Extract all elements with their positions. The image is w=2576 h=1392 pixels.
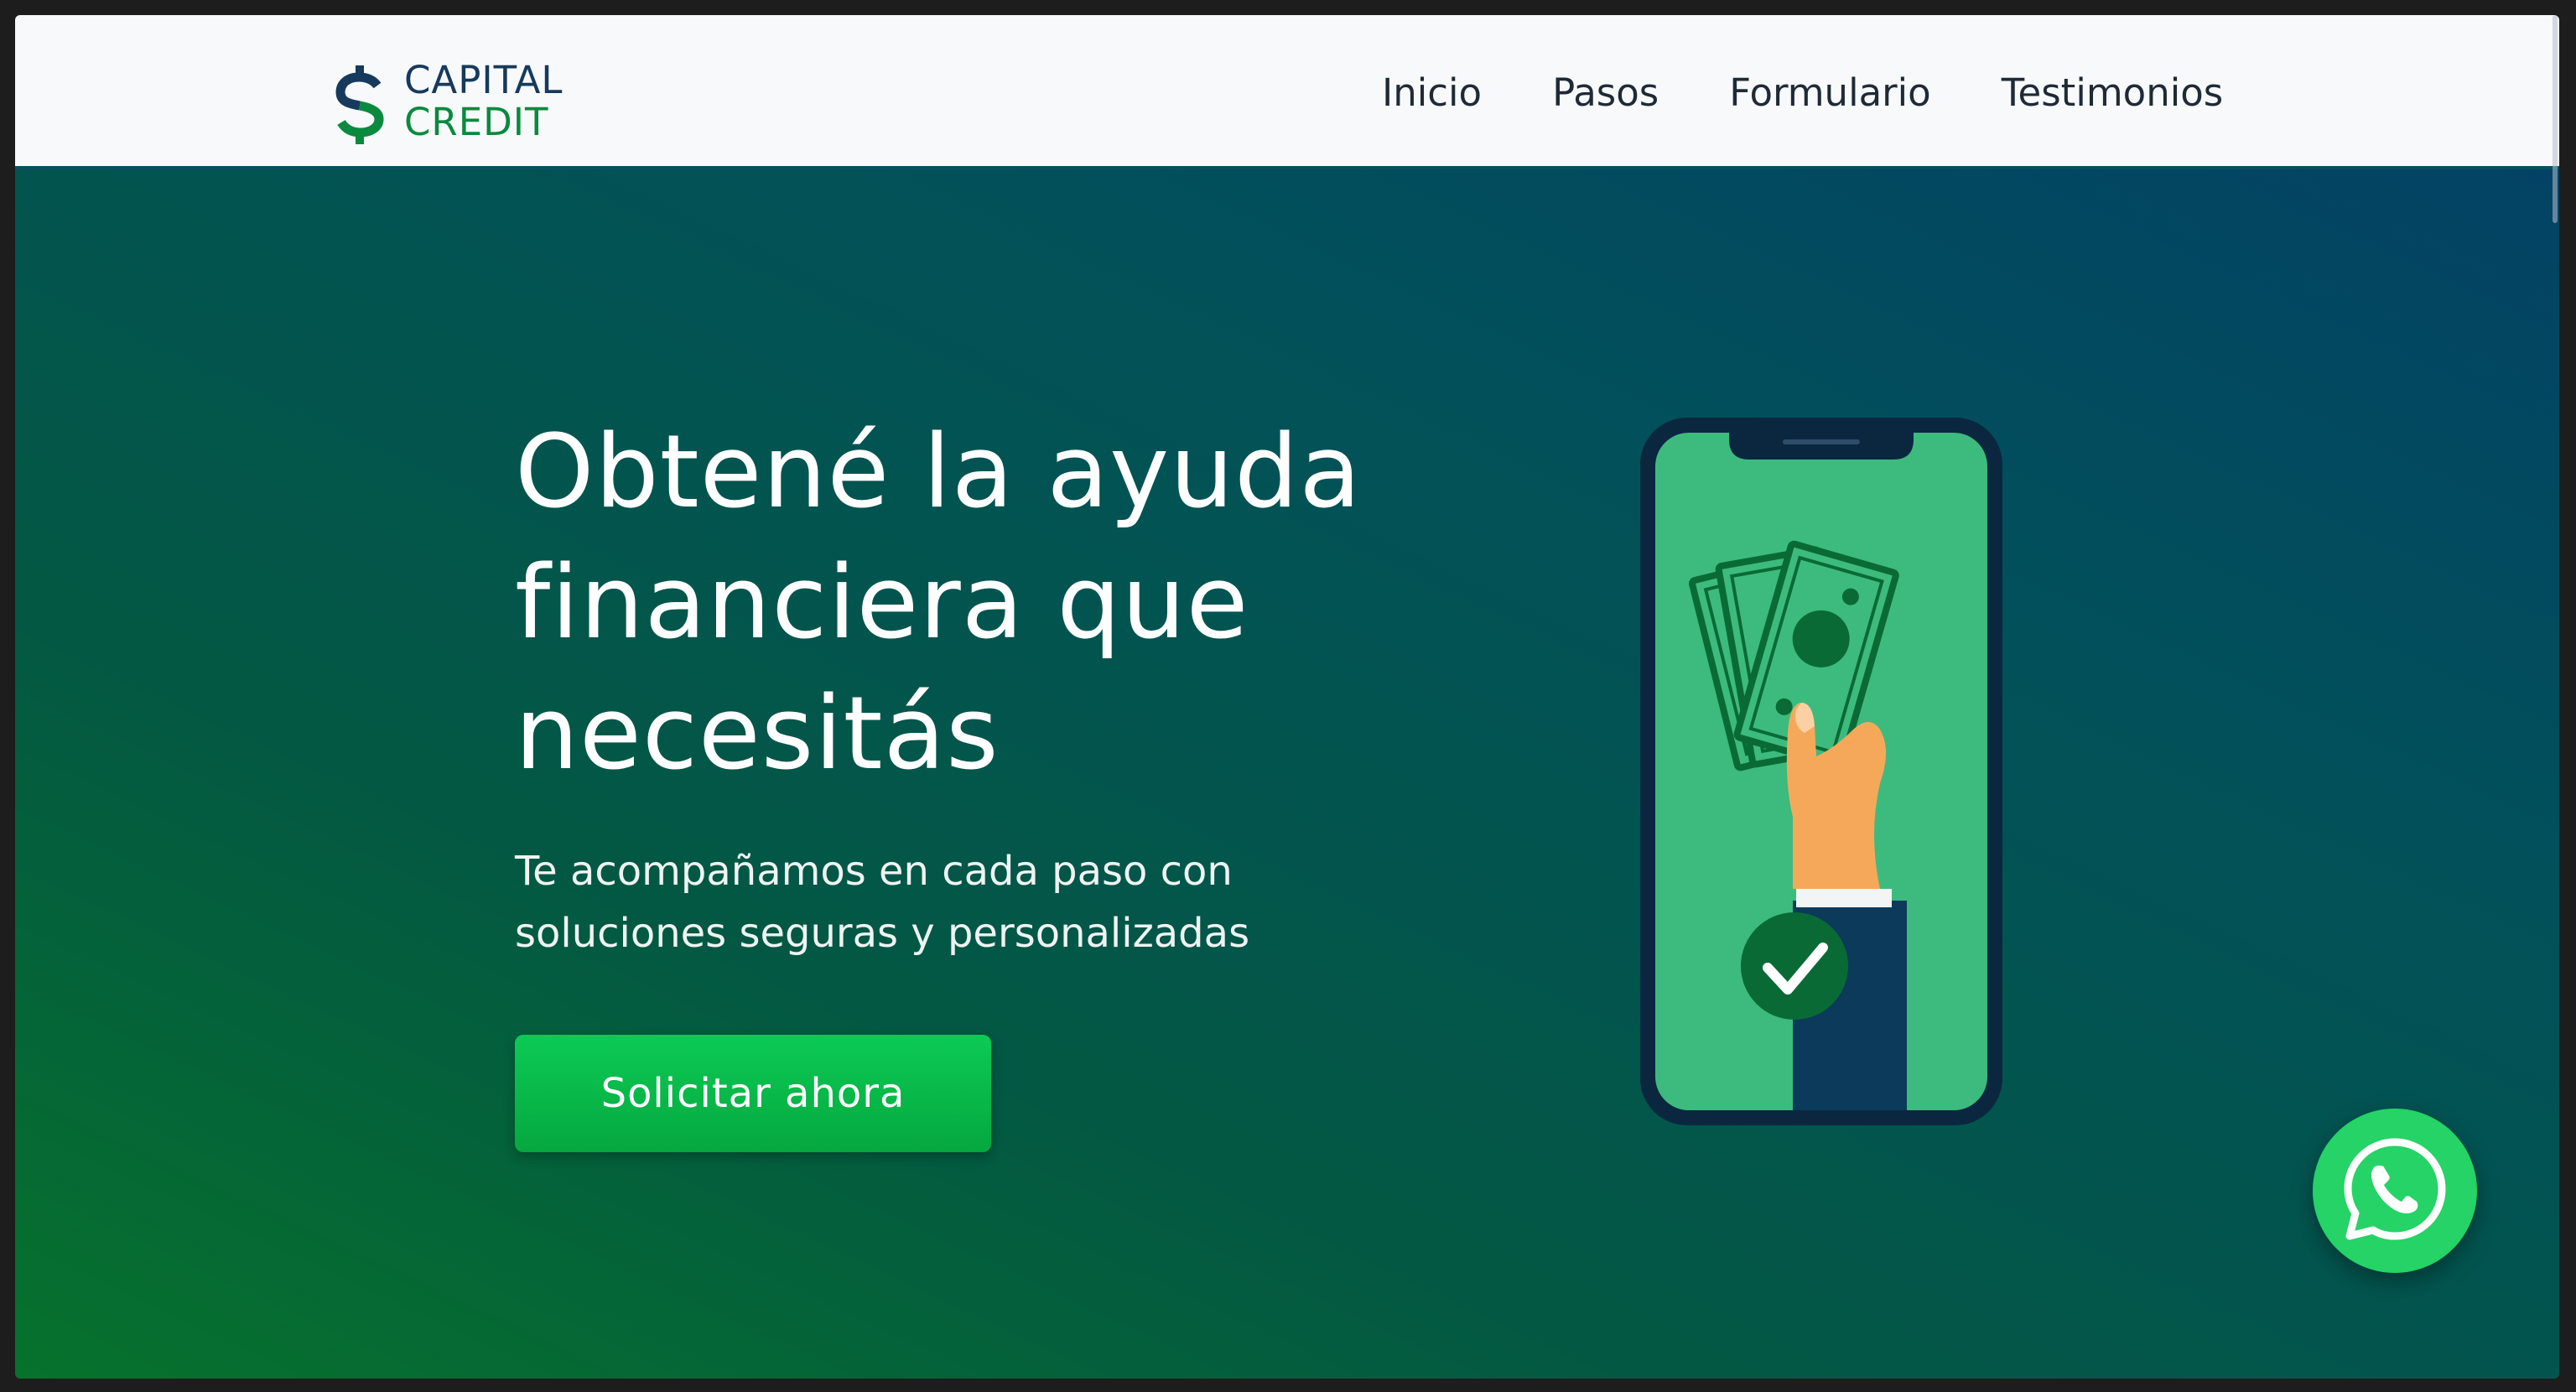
page-scrollbar[interactable]: [2553, 15, 2559, 1379]
hero-title: Obtené la ayuda financiera que necesitás: [515, 414, 1362, 792]
solicitar-ahora-button[interactable]: Solicitar ahora: [515, 1035, 991, 1152]
nav-link-pasos[interactable]: Pasos: [1552, 70, 1659, 115]
main-nav: Inicio Pasos Formulario Testimonios: [1382, 15, 2223, 169]
whatsapp-icon: [2344, 1138, 2446, 1240]
nav-link-inicio[interactable]: Inicio: [1382, 70, 1482, 115]
browser-viewport: CAPITAL CREDIT Inicio Pasos Formulario T…: [15, 15, 2559, 1379]
nav-link-testimonios[interactable]: Testimonios: [2002, 70, 2224, 115]
hero-subtitle: Te acompañamos en cada paso con solucion…: [515, 848, 1250, 957]
top-navbar: CAPITAL CREDIT Inicio Pasos Formulario T…: [15, 15, 2559, 169]
whatsapp-float-button[interactable]: [2313, 1109, 2477, 1273]
scrollbar-thumb[interactable]: [2553, 15, 2558, 223]
dollar-sign-icon: [335, 65, 384, 144]
phone-hand-money-illustration: [1640, 418, 2002, 1125]
brand-name-line1: CAPITAL: [404, 58, 564, 102]
nav-link-formulario[interactable]: Formulario: [1729, 70, 1931, 115]
brand-name-line2: CREDIT: [404, 100, 549, 144]
